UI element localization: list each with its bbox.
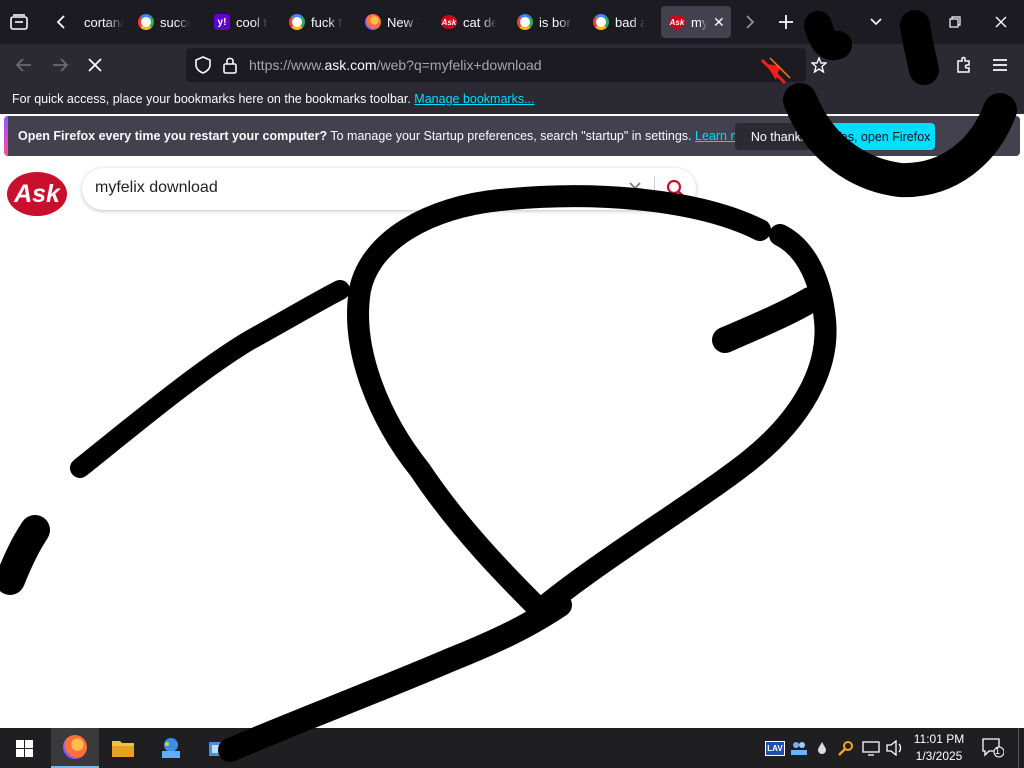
- tab-title: cortana: [84, 14, 124, 30]
- tray-search-key-icon[interactable]: [836, 728, 856, 768]
- tab-title: cat de: [463, 14, 497, 30]
- tab-title: myfelix: [691, 14, 707, 30]
- notification-accent: [4, 116, 8, 156]
- tab-title: success: [160, 14, 190, 30]
- lock-icon[interactable]: [222, 56, 238, 79]
- tab-title: cool t: [236, 14, 268, 30]
- bookmarks-hint-text: For quick access, place your bookmarks h…: [12, 92, 411, 106]
- notification-count-badge: 1: [995, 746, 1001, 756]
- clear-search-icon[interactable]: [628, 181, 642, 200]
- taskbar-clock[interactable]: 11:01 PM 1/3/2025: [908, 731, 970, 765]
- tab-title: is bor: [539, 14, 571, 30]
- new-tab-icon[interactable]: [775, 11, 797, 33]
- search-box[interactable]: myfelix download: [82, 168, 696, 210]
- tab-bad[interactable]: bad a: [593, 6, 653, 38]
- restore-window-icon[interactable]: [944, 11, 966, 33]
- url-scheme: https://www.: [249, 57, 325, 73]
- tab-scroll-left-icon[interactable]: [50, 11, 72, 33]
- tab-cortana[interactable]: cortana: [84, 6, 124, 38]
- close-window-icon[interactable]: [990, 11, 1012, 33]
- tab-title: bad a: [615, 14, 645, 30]
- notification-body: To manage your Startup preferences, sear…: [330, 129, 692, 143]
- ask-icon: Ask: [669, 14, 685, 30]
- ask-logo[interactable]: Ask: [7, 172, 67, 216]
- clock-date: 1/3/2025: [915, 749, 963, 763]
- tray-people-icon[interactable]: [788, 728, 810, 768]
- notification-title: Open Firefox every time you restart your…: [18, 129, 328, 143]
- forward-arrow-icon[interactable]: [49, 54, 71, 76]
- clock-time: 11:01 PM: [913, 732, 965, 746]
- tray-volume-icon[interactable]: [884, 728, 906, 768]
- windows-taskbar: LAV 11:01 PM 1/3/2025 1: [0, 728, 1024, 768]
- tab-success[interactable]: success: [138, 6, 198, 38]
- tab-myfelix-active[interactable]: Ask myfelix ✕: [661, 6, 731, 38]
- bookmark-star-icon[interactable]: [810, 56, 828, 78]
- tray-lav-icon[interactable]: LAV: [765, 728, 785, 768]
- tray-network-icon[interactable]: [860, 728, 882, 768]
- tab-cat[interactable]: Ask cat de: [441, 6, 501, 38]
- startup-notification-bar: Open Firefox every time you restart your…: [4, 116, 1020, 156]
- url-text[interactable]: https://www.ask.com/web?q=myfelix+downlo…: [249, 57, 542, 73]
- google-icon: [289, 14, 305, 30]
- hamburger-menu-icon[interactable]: [989, 54, 1011, 76]
- tab-title: New T: [387, 14, 419, 30]
- google-icon: [593, 14, 609, 30]
- tab-scroll-right-icon[interactable]: [739, 11, 761, 33]
- tab-is-bor[interactable]: is bor: [517, 6, 577, 38]
- extensions-puzzle-icon[interactable]: [953, 54, 975, 76]
- tab-fuck[interactable]: fuck t: [289, 6, 349, 38]
- action-center-icon[interactable]: 1: [978, 728, 1008, 768]
- notification-message: Open Firefox every time you restart your…: [18, 129, 759, 143]
- taskbar-file-explorer-icon[interactable]: [99, 728, 147, 768]
- no-thanks-button[interactable]: No thanks: [735, 123, 823, 150]
- yes-open-firefox-button[interactable]: Yes, open Firefox: [829, 123, 935, 150]
- manage-bookmarks-link[interactable]: Manage bookmarks...: [414, 92, 534, 106]
- tray-droplet-icon[interactable]: [813, 728, 831, 768]
- search-magnifier-icon[interactable]: [666, 179, 686, 204]
- search-input[interactable]: myfelix download: [95, 179, 218, 197]
- tab-cool[interactable]: y! cool t: [214, 6, 274, 38]
- close-tab-icon[interactable]: ✕: [713, 14, 725, 31]
- url-domain: ask.com: [324, 57, 377, 73]
- tracking-protection-shield-icon[interactable]: [194, 56, 212, 79]
- bookmarks-toolbar: For quick access, place your bookmarks h…: [0, 86, 1024, 114]
- list-all-tabs-icon[interactable]: [865, 11, 887, 33]
- firefox-view-icon[interactable]: [8, 11, 30, 33]
- taskbar-pinned-app-icon[interactable]: [195, 728, 243, 768]
- google-icon: [138, 14, 154, 30]
- stop-loading-icon[interactable]: [84, 54, 106, 76]
- google-icon: [517, 14, 533, 30]
- url-path: /web?q=myfelix+download: [376, 57, 542, 73]
- windows-start-icon[interactable]: [0, 728, 48, 768]
- firefox-icon: [365, 14, 381, 30]
- tab-title: fuck t: [311, 14, 343, 30]
- bookmarks-hint: For quick access, place your bookmarks h…: [12, 92, 535, 106]
- yahoo-icon: y!: [214, 14, 230, 30]
- taskbar-network-app-icon[interactable]: [147, 728, 195, 768]
- search-divider: [654, 176, 655, 202]
- back-arrow-icon[interactable]: [13, 54, 35, 76]
- tab-strip: cortana success y! cool t fuck t New T A…: [0, 0, 1024, 44]
- navigation-toolbar: https://www.ask.com/web?q=myfelix+downlo…: [0, 44, 1024, 86]
- tab-new-tab[interactable]: New T: [365, 6, 425, 38]
- page-content: Ask myfelix download: [0, 158, 1024, 728]
- ask-icon: Ask: [441, 14, 457, 30]
- taskbar-firefox-icon[interactable]: [51, 728, 99, 768]
- show-desktop-strip[interactable]: [1018, 728, 1024, 768]
- address-bar[interactable]: https://www.ask.com/web?q=myfelix+downlo…: [186, 48, 828, 82]
